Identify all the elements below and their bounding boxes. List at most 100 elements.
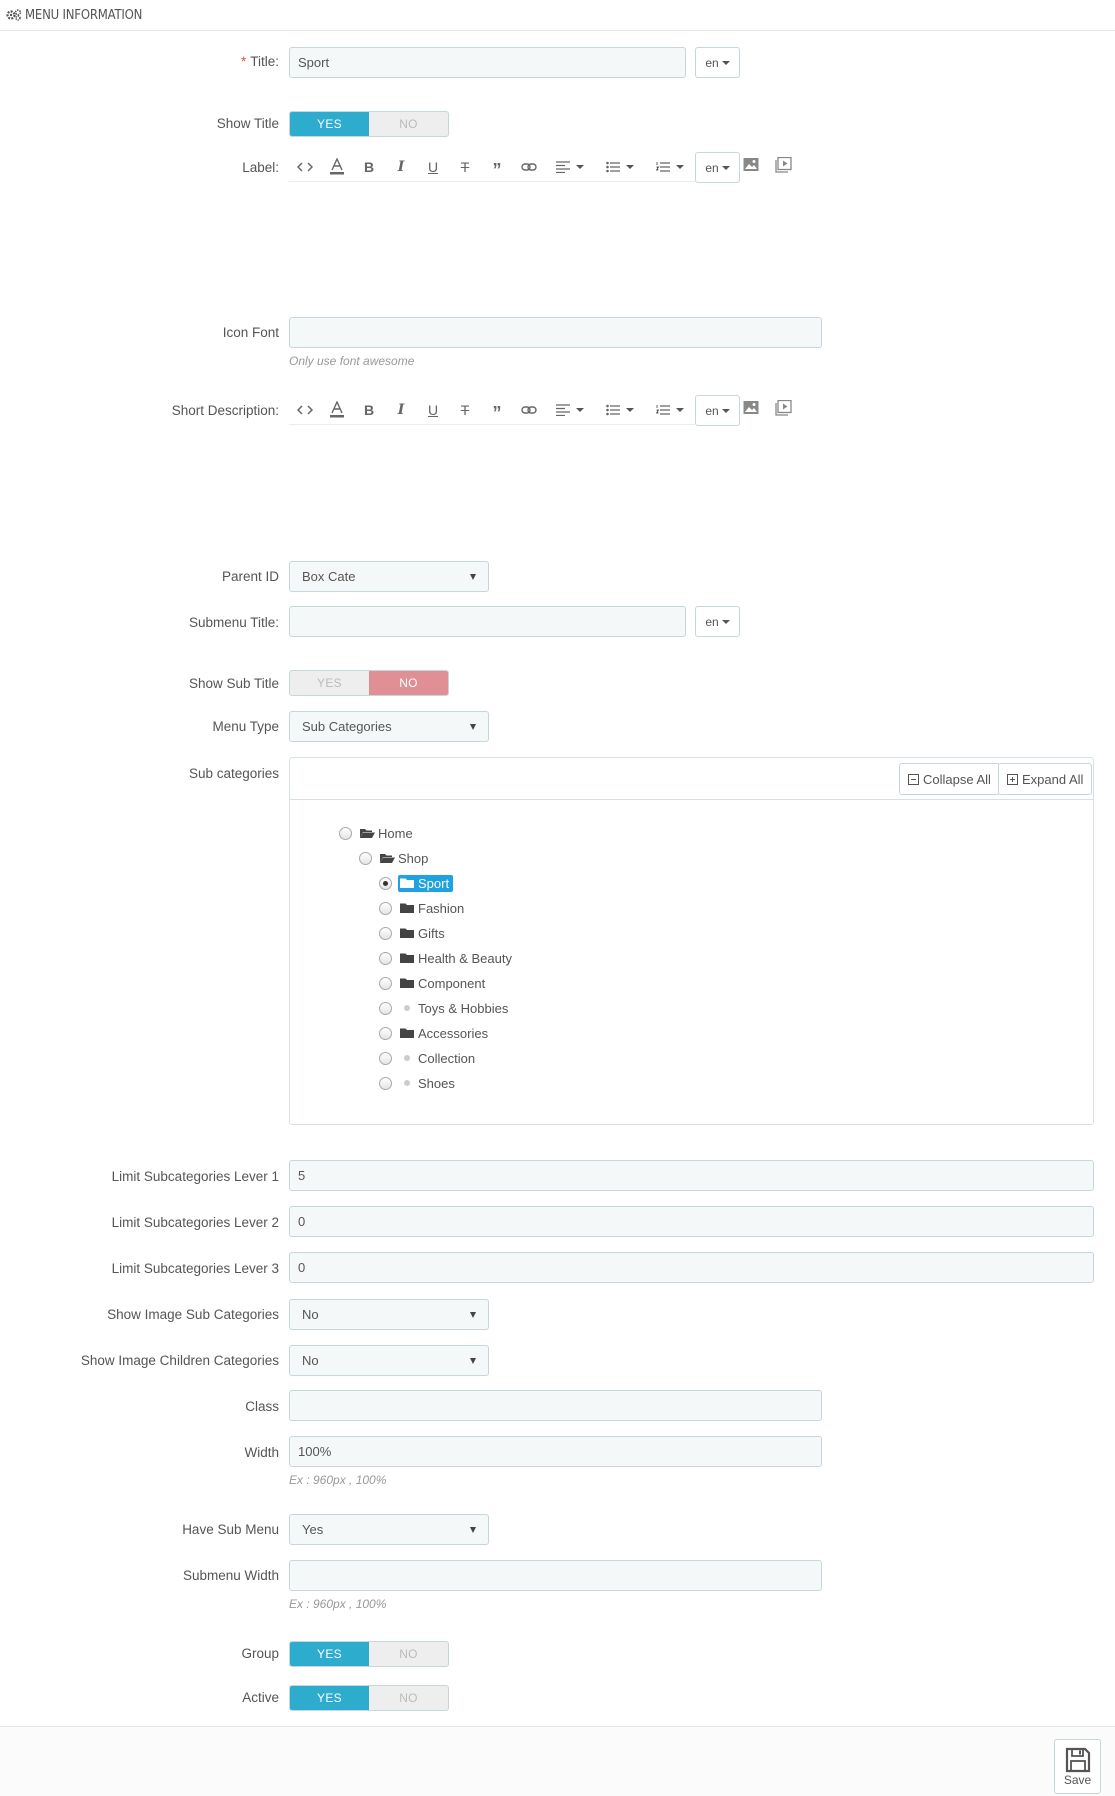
image-icon[interactable]	[743, 400, 759, 419]
tree-node-item[interactable]: Fashion	[398, 900, 468, 917]
tree-node-item[interactable]: Collection	[398, 1050, 479, 1067]
numbered-list-icon[interactable]	[645, 152, 695, 182]
submenu-title-lang-dropdown[interactable]: en	[695, 606, 740, 637]
tree-node-radio[interactable]	[379, 1026, 392, 1040]
bullet-list-icon[interactable]	[595, 152, 645, 182]
tree-node-item[interactable]: Sport	[398, 874, 454, 892]
strikethrough-icon[interactable]: T	[449, 152, 481, 182]
active-switch[interactable]: YES NO	[289, 1685, 449, 1711]
short-description-lang-dropdown[interactable]: en	[695, 395, 740, 426]
strikethrough-icon[interactable]: T	[449, 395, 481, 425]
show-image-sub-label: Show Image Sub Categories	[107, 1307, 279, 1322]
tree-node-radio[interactable]	[379, 1076, 392, 1090]
tree-node[interactable]: Fashion	[379, 898, 468, 918]
code-view-icon[interactable]	[289, 152, 321, 182]
tree-node-radio[interactable]	[379, 1051, 392, 1065]
italic-icon[interactable]: I	[385, 395, 417, 425]
italic-icon[interactable]: I	[385, 152, 417, 182]
tree-node-radio[interactable]	[379, 876, 392, 890]
submenu-width-input[interactable]	[289, 1560, 822, 1591]
underline-icon[interactable]: U	[417, 152, 449, 182]
tree-node-item[interactable]: Toys & Hobbies	[398, 1000, 512, 1017]
show-sub-title-yes[interactable]: YES	[290, 671, 369, 695]
tree-node-radio[interactable]	[379, 976, 392, 990]
image-icon[interactable]	[743, 157, 759, 176]
title-lang-dropdown[interactable]: en	[695, 47, 740, 78]
blockquote-icon[interactable]: ”	[481, 152, 513, 182]
tree-node[interactable]: Shoes	[379, 1073, 459, 1093]
show-sub-title-no[interactable]: NO	[369, 671, 448, 695]
tree-node-radio[interactable]	[359, 851, 372, 865]
tree-node-item[interactable]: Home	[358, 825, 417, 842]
link-icon[interactable]	[513, 395, 545, 425]
chevron-down-icon	[470, 723, 476, 730]
title-input[interactable]: Sport	[289, 47, 686, 78]
show-image-children-select[interactable]: No	[289, 1345, 489, 1376]
tree-node-radio[interactable]	[339, 826, 352, 840]
collapse-all-button[interactable]: Collapse All	[899, 763, 1000, 795]
tree-node-item[interactable]: Health & Beauty	[398, 950, 516, 967]
tree-node-item[interactable]: Accessories	[398, 1025, 492, 1042]
class-input[interactable]	[289, 1390, 822, 1421]
limit-lv3-input[interactable]: 0	[289, 1252, 1094, 1283]
tree-node[interactable]: Home	[339, 823, 417, 843]
show-sub-title-switch[interactable]: YES NO	[289, 670, 449, 696]
limit-lv2-input[interactable]: 0	[289, 1206, 1094, 1237]
blockquote-icon[interactable]: ”	[481, 395, 513, 425]
font-color-icon[interactable]	[321, 395, 353, 425]
align-dropdown-icon[interactable]	[545, 395, 595, 425]
gears-icon	[6, 9, 22, 21]
underline-icon[interactable]: U	[417, 395, 449, 425]
show-title-yes[interactable]: YES	[290, 112, 369, 136]
tree-node-item[interactable]: Gifts	[398, 925, 449, 942]
icon-font-input[interactable]	[289, 317, 822, 348]
active-no[interactable]: NO	[369, 1686, 448, 1710]
video-icon[interactable]	[775, 399, 792, 419]
limit-lv1-input[interactable]: 5	[289, 1160, 1094, 1191]
tree-node[interactable]: Gifts	[379, 923, 449, 943]
show-title-no[interactable]: NO	[369, 112, 448, 136]
tree-node[interactable]: Component	[379, 973, 489, 993]
tree-node-radio[interactable]	[379, 1001, 392, 1015]
tree-node-item[interactable]: Component	[398, 975, 489, 992]
font-color-icon[interactable]	[321, 152, 353, 182]
tree-node-radio[interactable]	[379, 901, 392, 915]
tree-node[interactable]: Health & Beauty	[379, 948, 516, 968]
label-lang-dropdown[interactable]: en	[695, 152, 740, 183]
align-dropdown-icon[interactable]	[545, 152, 595, 182]
show-title-switch[interactable]: YES NO	[289, 111, 449, 137]
active-label: Active	[242, 1690, 279, 1705]
group-yes[interactable]: YES	[290, 1642, 369, 1666]
bullet-list-icon[interactable]	[595, 395, 645, 425]
bold-icon[interactable]: B	[353, 152, 385, 182]
video-icon[interactable]	[775, 156, 792, 176]
active-yes[interactable]: YES	[290, 1686, 369, 1710]
tree-node-item[interactable]: Shop	[378, 850, 432, 867]
tree-node[interactable]: Sport	[379, 873, 454, 893]
group-no[interactable]: NO	[369, 1642, 448, 1666]
tree-node[interactable]: Accessories	[379, 1023, 492, 1043]
bold-icon[interactable]: B	[353, 395, 385, 425]
have-sub-menu-select[interactable]: Yes	[289, 1514, 489, 1545]
save-button[interactable]: Save	[1054, 1739, 1101, 1794]
tree-node-item[interactable]: Shoes	[398, 1075, 459, 1092]
tree-node[interactable]: Toys & Hobbies	[379, 998, 512, 1018]
folder-icon	[400, 1028, 414, 1038]
parent-id-select[interactable]: Box Cate	[289, 561, 489, 592]
panel-title: MENU INFORMATION	[25, 7, 143, 23]
tree-node-radio[interactable]	[379, 926, 392, 940]
expand-all-button[interactable]: Expand All	[998, 763, 1093, 795]
folder-icon	[400, 953, 414, 963]
numbered-list-icon[interactable]	[645, 395, 695, 425]
group-switch[interactable]: YES NO	[289, 1641, 449, 1667]
width-input[interactable]: 100%	[289, 1436, 822, 1467]
show-image-sub-select[interactable]: No	[289, 1299, 489, 1330]
link-icon[interactable]	[513, 152, 545, 182]
tree-toolbar: Collapse All Expand All	[290, 758, 1093, 800]
tree-node[interactable]: Shop	[359, 848, 432, 868]
menu-type-select[interactable]: Sub Categories	[289, 711, 489, 742]
tree-node-radio[interactable]	[379, 951, 392, 965]
submenu-title-input[interactable]	[289, 606, 686, 637]
tree-node[interactable]: Collection	[379, 1048, 479, 1068]
code-view-icon[interactable]	[289, 395, 321, 425]
